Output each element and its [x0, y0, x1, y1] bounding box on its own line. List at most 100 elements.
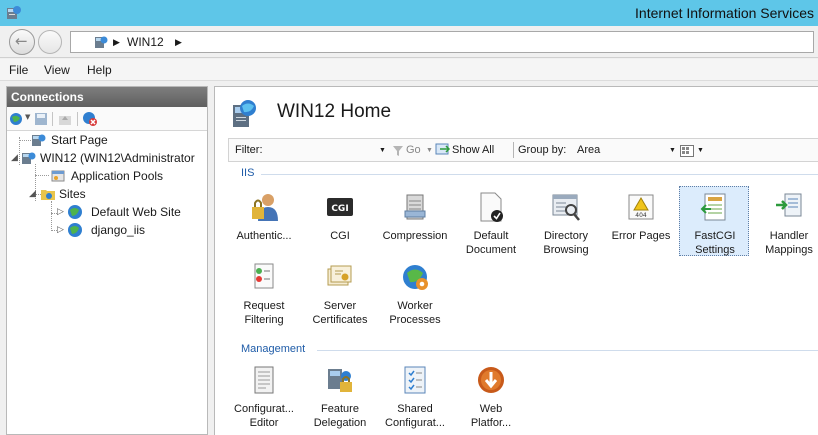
feature-handler-mappings[interactable]: Handler Mappings — [754, 191, 818, 273]
feature-label-line2: Editor — [249, 417, 279, 429]
feature-label-line2: Platfor... — [470, 417, 512, 429]
configuration-editor-icon — [254, 366, 274, 394]
tree-item-sites[interactable]: ◢ Sites — [7, 186, 207, 203]
connect-globe-icon[interactable] — [9, 111, 25, 127]
cgi-icon-text: CGI — [331, 204, 348, 214]
feature-fastcgi-settings[interactable]: FastCGI Settings — [679, 186, 749, 256]
error-icon-text: 404 — [635, 212, 647, 219]
feature-label-line2: Configurat... — [385, 417, 445, 429]
show-all-icon[interactable] — [435, 143, 451, 157]
feature-label-line1: Configurat... — [234, 403, 294, 415]
group-by-label: Group by: — [518, 144, 567, 156]
up-folder-icon[interactable] — [57, 111, 73, 127]
feature-shared-configuration[interactable]: Shared Configurat... — [380, 364, 450, 435]
breadcrumb-separator-icon: ▶ — [113, 37, 120, 47]
feature-feature-delegation[interactable]: Feature Delegation — [305, 364, 375, 435]
tree-item-application-pools[interactable]: Application Pools — [7, 168, 207, 185]
feature-error-pages[interactable]: 404 Error Pages — [606, 191, 676, 273]
connections-pane: Connections ▼ Start Page ◢ WIN12 (WIN12\… — [6, 86, 208, 435]
tree-item-default-web-site[interactable]: ▷ Default Web Site — [7, 204, 207, 221]
directory-browsing-icon — [552, 194, 580, 221]
feature-default-document[interactable]: Default Document — [456, 191, 526, 273]
view-mode-icon[interactable] — [680, 145, 694, 157]
back-button[interactable]: ← — [9, 29, 35, 55]
expand-arrow-icon[interactable]: ▷ — [57, 224, 64, 235]
group-header-iis: IIS — [241, 167, 255, 179]
error-pages-icon: 404 — [628, 194, 654, 220]
server-home-icon — [233, 100, 256, 127]
feature-configuration-editor[interactable]: Configurat... Editor — [229, 364, 299, 435]
feature-server-certificates[interactable]: Server Certificates — [305, 261, 375, 343]
group-by-dropdown-arrow-icon[interactable]: ▼ — [669, 147, 676, 154]
show-all-button[interactable]: Show All — [452, 144, 494, 156]
feature-label-line1: Error Pages — [611, 230, 671, 242]
page-title: WIN12 Home — [277, 101, 392, 122]
application-pools-icon — [51, 170, 65, 182]
collapse-arrow-icon[interactable]: ◢ — [11, 152, 18, 163]
view-mode-dropdown-arrow-icon[interactable]: ▼ — [697, 147, 704, 154]
feature-label-line1: Compression — [382, 230, 448, 242]
menu-file[interactable]: File — [9, 63, 28, 77]
toolbar-divider — [77, 112, 78, 126]
go-button[interactable]: Go — [406, 144, 421, 156]
go-funnel-icon[interactable] — [392, 145, 404, 157]
globe-icon — [68, 205, 82, 219]
start-page-icon — [32, 134, 46, 146]
collapse-arrow-icon[interactable]: ◢ — [29, 188, 36, 199]
filter-divider — [513, 142, 514, 158]
filter-bar: Filter: ▼ Go ▼ Show All Group by: Area ▼… — [228, 138, 818, 162]
fastcgi-settings-icon — [700, 193, 726, 221]
server-certificates-icon — [327, 265, 352, 286]
tree-item-label: WIN12 (WIN12\Administrator — [40, 151, 195, 165]
feature-label-line1: Authentic... — [236, 230, 292, 242]
feature-directory-browsing[interactable]: Directory Browsing — [531, 191, 601, 273]
expand-arrow-icon[interactable]: ▷ — [57, 206, 64, 217]
forward-button[interactable] — [38, 30, 62, 54]
filter-dropdown-arrow-icon[interactable]: ▼ — [379, 147, 386, 154]
shared-configuration-icon — [404, 366, 426, 394]
go-dropdown-arrow-icon[interactable]: ▼ — [426, 147, 433, 154]
filter-label: Filter: — [235, 144, 263, 156]
feature-delegation-icon — [328, 369, 352, 392]
tree-item-start-page[interactable]: Start Page — [7, 132, 207, 149]
features-view: WIN12 Home Filter: ▼ Go ▼ Show All Group… — [214, 86, 818, 435]
menu-help[interactable]: Help — [87, 63, 112, 77]
filter-input[interactable] — [271, 142, 381, 158]
dropdown-arrow-icon[interactable]: ▼ — [25, 113, 30, 121]
group-divider — [261, 174, 818, 175]
breadcrumb-server[interactable]: WIN12 — [127, 35, 164, 49]
feature-label-line2: Settings — [695, 244, 735, 256]
title-bar: Internet Information Services — [0, 0, 818, 26]
connections-header: Connections — [7, 87, 207, 107]
address-field[interactable]: ▶ WIN12 ▶ — [70, 31, 814, 53]
save-icon[interactable] — [33, 111, 49, 127]
feature-request-filtering[interactable]: Request Filtering — [229, 261, 299, 343]
cgi-icon: CGI — [327, 198, 353, 216]
tree-item-django-iis[interactable]: ▷ django_iis — [7, 222, 207, 239]
feature-label-line1: Feature — [321, 403, 359, 415]
disconnect-icon[interactable] — [82, 111, 98, 127]
feature-worker-processes[interactable]: Worker Processes — [380, 261, 450, 343]
globe-icon — [68, 223, 82, 237]
connections-toolbar: ▼ — [7, 107, 207, 131]
tree-item-label: Default Web Site — [91, 205, 181, 219]
window-title: Internet Information Services — [635, 5, 814, 21]
group-by-select[interactable]: Area — [577, 144, 600, 156]
feature-label-line1: CGI — [330, 230, 350, 242]
menu-bar: File View Help — [0, 59, 818, 81]
feature-label-line2: Delegation — [313, 417, 367, 429]
feature-label-line1: FastCGI — [694, 230, 736, 242]
feature-label-line1: Worker — [397, 300, 433, 312]
feature-web-platform[interactable]: Web Platfor... — [456, 364, 526, 435]
server-icon — [22, 152, 36, 164]
iis-app-icon — [7, 6, 21, 19]
feature-label-line1: Default — [473, 230, 509, 242]
authentication-icon — [252, 194, 278, 221]
toolbar-divider — [52, 112, 53, 126]
tree-item-server[interactable]: ◢ WIN12 (WIN12\Administrator — [7, 150, 207, 167]
back-arrow-icon: ← — [15, 32, 28, 50]
compression-icon — [404, 194, 426, 220]
feature-label-line1: Server — [323, 300, 357, 312]
menu-view[interactable]: View — [44, 63, 70, 77]
worker-processes-icon — [403, 265, 428, 290]
